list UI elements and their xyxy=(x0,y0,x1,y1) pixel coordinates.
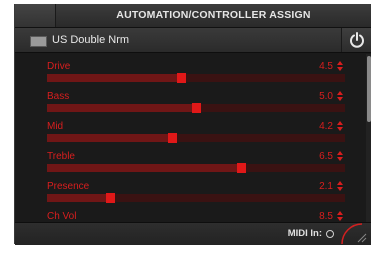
decrement-arrow-icon[interactable] xyxy=(337,187,343,191)
parameter-slider[interactable] xyxy=(47,133,345,143)
slider-thumb[interactable] xyxy=(168,133,178,143)
parameter-label: Bass xyxy=(47,91,70,102)
parameter-label: Mid xyxy=(47,121,64,132)
scrollbar[interactable] xyxy=(366,54,371,222)
parameter-list: Drive 4.5 Bass 5.0 Mid 4.2 Treble 6.5 Presence 2.… xyxy=(15,54,363,222)
automation-window: AUTOMATION/CONTROLLER ASSIGN US Double N… xyxy=(14,4,371,246)
parameter-slider[interactable] xyxy=(47,73,345,83)
power-icon xyxy=(350,32,364,48)
slider-fill xyxy=(47,194,110,202)
footer: MIDI In: xyxy=(15,222,371,245)
slider-thumb[interactable] xyxy=(192,103,201,113)
midi-in-label: MIDI In: xyxy=(287,228,322,239)
slider-fill xyxy=(47,134,173,142)
parameter-value[interactable]: 2.1 xyxy=(319,181,333,192)
increment-arrow-icon[interactable] xyxy=(337,61,343,65)
slider-fill xyxy=(47,74,182,82)
value-stepper[interactable] xyxy=(337,120,345,132)
value-stepper[interactable] xyxy=(337,60,345,72)
increment-arrow-icon[interactable] xyxy=(337,181,343,185)
parameter-value[interactable]: 5.0 xyxy=(319,91,333,102)
power-button[interactable] xyxy=(341,28,371,52)
parameter-slider[interactable] xyxy=(47,163,345,173)
parameter-row: Ch Vol 8.5 xyxy=(15,208,363,222)
slider-thumb[interactable] xyxy=(177,73,187,83)
parameter-label: Ch Vol xyxy=(47,211,77,222)
amp-icon xyxy=(30,36,47,47)
parameter-row: Drive 4.5 xyxy=(15,58,363,88)
parameter-value[interactable]: 6.5 xyxy=(319,151,333,162)
parameter-label: Presence xyxy=(47,181,90,192)
parameter-slider[interactable] xyxy=(47,193,345,203)
value-stepper[interactable] xyxy=(337,180,345,192)
parameter-row: Mid 4.2 xyxy=(15,118,363,148)
value-stepper[interactable] xyxy=(337,150,345,162)
parameter-label: Treble xyxy=(47,151,75,162)
parameter-row: Presence 2.1 xyxy=(15,178,363,208)
title-tab[interactable] xyxy=(15,4,56,27)
increment-arrow-icon[interactable] xyxy=(337,151,343,155)
slider-thumb[interactable] xyxy=(236,163,246,173)
window-title: AUTOMATION/CONTROLLER ASSIGN xyxy=(116,9,311,21)
resize-grip-icon[interactable] xyxy=(332,216,371,246)
slider-fill xyxy=(47,104,196,112)
parameter-value[interactable]: 4.5 xyxy=(319,61,333,72)
slider-thumb[interactable] xyxy=(105,193,115,203)
scrollbar-thumb[interactable] xyxy=(367,56,371,122)
title-bar: AUTOMATION/CONTROLLER ASSIGN xyxy=(15,4,371,28)
parameter-slider[interactable] xyxy=(47,103,345,113)
decrement-arrow-icon[interactable] xyxy=(337,67,343,71)
decrement-arrow-icon[interactable] xyxy=(337,127,343,131)
slider-fill xyxy=(47,164,241,172)
preset-name: US Double Nrm xyxy=(52,34,130,46)
parameter-row: Bass 5.0 xyxy=(15,88,363,118)
increment-arrow-icon[interactable] xyxy=(337,91,343,95)
parameter-row: Treble 6.5 xyxy=(15,148,363,178)
preset-bar: US Double Nrm xyxy=(15,28,371,53)
decrement-arrow-icon[interactable] xyxy=(337,157,343,161)
parameter-value[interactable]: 8.5 xyxy=(319,211,333,222)
parameter-value[interactable]: 4.2 xyxy=(319,121,333,132)
increment-arrow-icon[interactable] xyxy=(337,211,343,215)
value-stepper[interactable] xyxy=(337,90,345,102)
parameter-label: Drive xyxy=(47,61,71,72)
increment-arrow-icon[interactable] xyxy=(337,121,343,125)
decrement-arrow-icon[interactable] xyxy=(337,97,343,101)
